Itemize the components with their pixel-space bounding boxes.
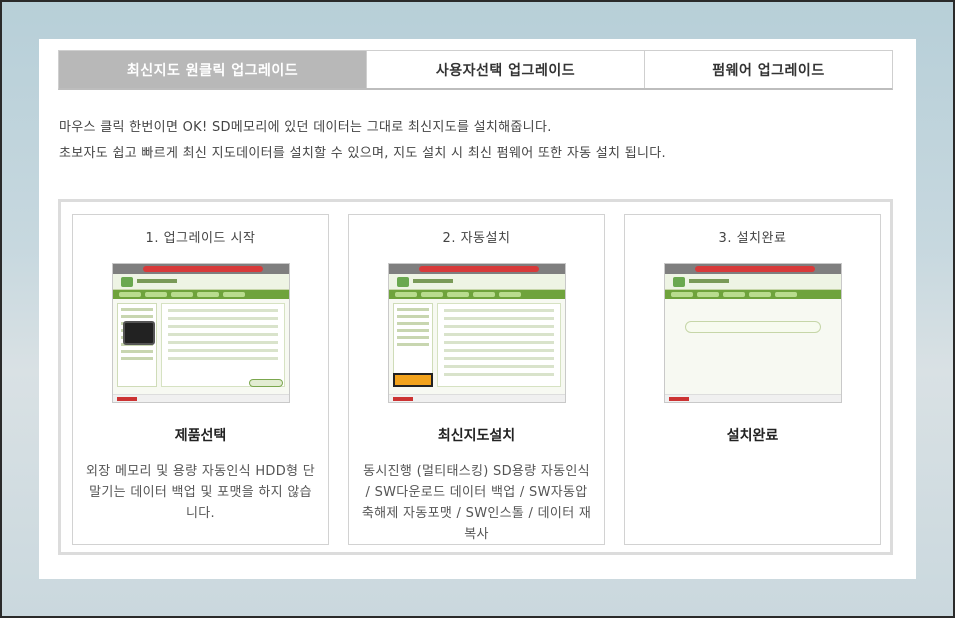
tab-firmware-upgrade[interactable]: 펌웨어 업그레이드 <box>645 51 892 88</box>
step-description: 동시진행 (멀티태스킹) SD용량 자동인식 / SW다운로드 데이터 백업 /… <box>361 464 592 542</box>
step-card-1: 1. 업그레이드 시작 제품선택 외장 메모리 및 용량 자동인식 HDD형 단… <box>72 214 329 545</box>
upgrade-tabs: 최신지도 원클릭 업그레이드 사용자선택 업그레이드 펌웨어 업그레이드 <box>58 50 893 90</box>
step-title: 1. 업그레이드 시작 <box>145 231 256 246</box>
step-title: 2. 자동설치 <box>442 231 511 246</box>
upgrade-panel: 최신지도 원클릭 업그레이드 사용자선택 업그레이드 펌웨어 업그레이드 마우스… <box>39 39 916 579</box>
step-card-2: 2. 자동설치 최신지도설치 동시진행 (멀티태스킹) SD용량 자동인식 / … <box>348 214 605 545</box>
step-1-screenshot-thumbnail <box>111 263 290 403</box>
intro-line-1: 마우스 클릭 한번이면 OK! SD메모리에 있던 데이터는 그대로 최신지도를… <box>59 120 552 135</box>
step-name: 설치완료 <box>726 428 779 444</box>
tab-user-select-upgrade[interactable]: 사용자선택 업그레이드 <box>367 51 645 88</box>
step-title: 3. 설치완료 <box>718 231 787 246</box>
steps-container: 1. 업그레이드 시작 제품선택 외장 메모리 및 용량 자동인식 HDD형 단… <box>58 199 893 555</box>
step-name: 제품선택 <box>174 428 227 444</box>
step-card-3: 3. 설치완료 설치완료 <box>624 214 881 545</box>
tab-oneclick-upgrade[interactable]: 최신지도 원클릭 업그레이드 <box>59 51 367 88</box>
step-2-screenshot-thumbnail <box>387 263 566 403</box>
intro-line-2: 초보자도 쉽고 빠르게 최신 지도데이터를 설치할 수 있으며, 지도 설치 시… <box>59 146 666 161</box>
step-description: 외장 메모리 및 용량 자동인식 HDD형 단말기는 데이터 백업 및 포맷을 … <box>86 464 315 521</box>
step-name: 최신지도설치 <box>437 428 516 444</box>
step-3-screenshot-thumbnail <box>663 263 842 403</box>
intro-text: 마우스 클릭 한번이면 OK! SD메모리에 있던 데이터는 그대로 최신지도를… <box>59 115 889 167</box>
